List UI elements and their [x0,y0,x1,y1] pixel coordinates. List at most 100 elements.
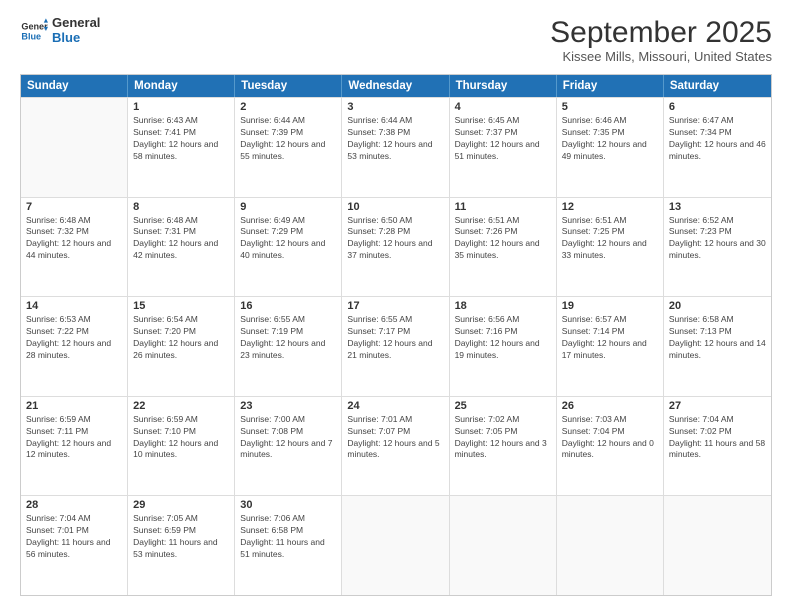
cell-info: Sunrise: 6:59 AMSunset: 7:10 PMDaylight:… [133,414,229,462]
day-number: 8 [133,201,229,213]
day-number: 9 [240,201,336,213]
calendar-cell: 11 Sunrise: 6:51 AMSunset: 7:26 PMDayligh… [450,198,557,297]
calendar-cell: 27 Sunrise: 7:04 AMSunset: 7:02 PMDayligh… [664,397,771,496]
calendar-cell [664,496,771,595]
cell-info: Sunrise: 6:48 AMSunset: 7:31 PMDaylight:… [133,215,229,263]
calendar-row: 21Sunrise: 6:59 AMSunset: 7:11 PMDayligh… [21,396,771,496]
calendar-header: SundayMondayTuesdayWednesdayThursdayFrid… [21,75,771,97]
calendar-cell: 8 Sunrise: 6:48 AMSunset: 7:31 PMDaylight… [128,198,235,297]
day-number: 18 [455,300,551,312]
day-number: 5 [562,101,658,113]
day-number: 27 [669,400,766,412]
title-block: September 2025 Kissee Mills, Missouri, U… [550,16,772,64]
header-day: Sunday [21,75,128,97]
calendar: SundayMondayTuesdayWednesdayThursdayFrid… [20,74,772,596]
cell-info: Sunrise: 6:44 AMSunset: 7:39 PMDaylight:… [240,115,336,163]
day-number: 11 [455,201,551,213]
cell-info: Sunrise: 6:55 AMSunset: 7:17 PMDaylight:… [347,314,443,362]
day-number: 13 [669,201,766,213]
calendar-cell: 22 Sunrise: 6:59 AMSunset: 7:10 PMDayligh… [128,397,235,496]
day-number: 1 [133,101,229,113]
cell-info: Sunrise: 7:05 AMSunset: 6:59 PMDaylight:… [133,513,229,561]
cell-info: Sunrise: 6:54 AMSunset: 7:20 PMDaylight:… [133,314,229,362]
day-number: 30 [240,499,336,511]
calendar-cell: 30 Sunrise: 7:06 AMSunset: 6:58 PMDayligh… [235,496,342,595]
cell-info: Sunrise: 6:55 AMSunset: 7:19 PMDaylight:… [240,314,336,362]
calendar-cell [342,496,449,595]
calendar-row: 1 Sunrise: 6:43 AMSunset: 7:41 PMDaylight… [21,97,771,197]
day-number: 4 [455,101,551,113]
cell-info: Sunrise: 6:47 AMSunset: 7:34 PMDaylight:… [669,115,766,163]
day-number: 2 [240,101,336,113]
day-number: 7 [26,201,122,213]
calendar-cell: 1 Sunrise: 6:43 AMSunset: 7:41 PMDaylight… [128,98,235,197]
calendar-cell: 14Sunrise: 6:53 AMSunset: 7:22 PMDayligh… [21,297,128,396]
calendar-cell: 24 Sunrise: 7:01 AMSunset: 7:07 PMDayligh… [342,397,449,496]
day-number: 25 [455,400,551,412]
cell-info: Sunrise: 6:44 AMSunset: 7:38 PMDaylight:… [347,115,443,163]
svg-text:General: General [21,22,48,32]
day-number: 19 [562,300,658,312]
cell-info: Sunrise: 7:04 AMSunset: 7:01 PMDaylight:… [26,513,122,561]
cell-info: Sunrise: 7:01 AMSunset: 7:07 PMDaylight:… [347,414,443,462]
calendar-cell: 12 Sunrise: 6:51 AMSunset: 7:25 PMDayligh… [557,198,664,297]
header-day: Thursday [450,75,557,97]
day-number: 12 [562,201,658,213]
day-number: 15 [133,300,229,312]
header-day: Saturday [664,75,771,97]
day-number: 21 [26,400,122,412]
header-day: Friday [557,75,664,97]
calendar-row: 28 Sunrise: 7:04 AMSunset: 7:01 PMDayligh… [21,495,771,595]
calendar-cell: 4 Sunrise: 6:45 AMSunset: 7:37 PMDaylight… [450,98,557,197]
calendar-cell: 18 Sunrise: 6:56 AMSunset: 7:16 PMDayligh… [450,297,557,396]
cell-info: Sunrise: 6:45 AMSunset: 7:37 PMDaylight:… [455,115,551,163]
calendar-cell: 17 Sunrise: 6:55 AMSunset: 7:17 PMDayligh… [342,297,449,396]
cell-info: Sunrise: 7:02 AMSunset: 7:05 PMDaylight:… [455,414,551,462]
header-day: Tuesday [235,75,342,97]
calendar-row: 14Sunrise: 6:53 AMSunset: 7:22 PMDayligh… [21,296,771,396]
calendar-cell: 29 Sunrise: 7:05 AMSunset: 6:59 PMDayligh… [128,496,235,595]
logo-line1: General [52,16,100,31]
page: General Blue General Blue September 2025… [0,0,792,612]
header-day: Wednesday [342,75,449,97]
calendar-cell: 15 Sunrise: 6:54 AMSunset: 7:20 PMDayligh… [128,297,235,396]
cell-info: Sunrise: 6:49 AMSunset: 7:29 PMDaylight:… [240,215,336,263]
day-number: 17 [347,300,443,312]
calendar-row: 7Sunrise: 6:48 AMSunset: 7:32 PMDaylight… [21,197,771,297]
calendar-cell: 6 Sunrise: 6:47 AMSunset: 7:34 PMDaylight… [664,98,771,197]
calendar-cell: 28 Sunrise: 7:04 AMSunset: 7:01 PMDayligh… [21,496,128,595]
calendar-cell: 19 Sunrise: 6:57 AMSunset: 7:14 PMDayligh… [557,297,664,396]
day-number: 24 [347,400,443,412]
cell-info: Sunrise: 7:03 AMSunset: 7:04 PMDaylight:… [562,414,658,462]
day-number: 6 [669,101,766,113]
calendar-body: 1 Sunrise: 6:43 AMSunset: 7:41 PMDaylight… [21,97,771,595]
day-number: 23 [240,400,336,412]
day-number: 22 [133,400,229,412]
cell-info: Sunrise: 6:43 AMSunset: 7:41 PMDaylight:… [133,115,229,163]
logo-line2: Blue [52,31,100,46]
cell-info: Sunrise: 6:51 AMSunset: 7:26 PMDaylight:… [455,215,551,263]
day-number: 28 [26,499,122,511]
cell-info: Sunrise: 6:53 AMSunset: 7:22 PMDaylight:… [26,314,122,362]
calendar-cell [450,496,557,595]
calendar-cell: 21Sunrise: 6:59 AMSunset: 7:11 PMDayligh… [21,397,128,496]
day-number: 10 [347,201,443,213]
cell-info: Sunrise: 6:52 AMSunset: 7:23 PMDaylight:… [669,215,766,263]
calendar-cell: 26Sunrise: 7:03 AMSunset: 7:04 PMDayligh… [557,397,664,496]
svg-text:Blue: Blue [21,31,41,41]
calendar-cell: 16Sunrise: 6:55 AMSunset: 7:19 PMDayligh… [235,297,342,396]
day-number: 29 [133,499,229,511]
cell-info: Sunrise: 7:06 AMSunset: 6:58 PMDaylight:… [240,513,336,561]
calendar-cell [21,98,128,197]
cell-info: Sunrise: 6:58 AMSunset: 7:13 PMDaylight:… [669,314,766,362]
calendar-cell: 23Sunrise: 7:00 AMSunset: 7:08 PMDayligh… [235,397,342,496]
cell-info: Sunrise: 6:56 AMSunset: 7:16 PMDaylight:… [455,314,551,362]
calendar-cell [557,496,664,595]
cell-info: Sunrise: 6:57 AMSunset: 7:14 PMDaylight:… [562,314,658,362]
month-title: September 2025 [550,16,772,49]
header: General Blue General Blue September 2025… [20,16,772,64]
cell-info: Sunrise: 7:04 AMSunset: 7:02 PMDaylight:… [669,414,766,462]
calendar-cell: 25 Sunrise: 7:02 AMSunset: 7:05 PMDayligh… [450,397,557,496]
location: Kissee Mills, Missouri, United States [550,49,772,64]
cell-info: Sunrise: 6:51 AMSunset: 7:25 PMDaylight:… [562,215,658,263]
